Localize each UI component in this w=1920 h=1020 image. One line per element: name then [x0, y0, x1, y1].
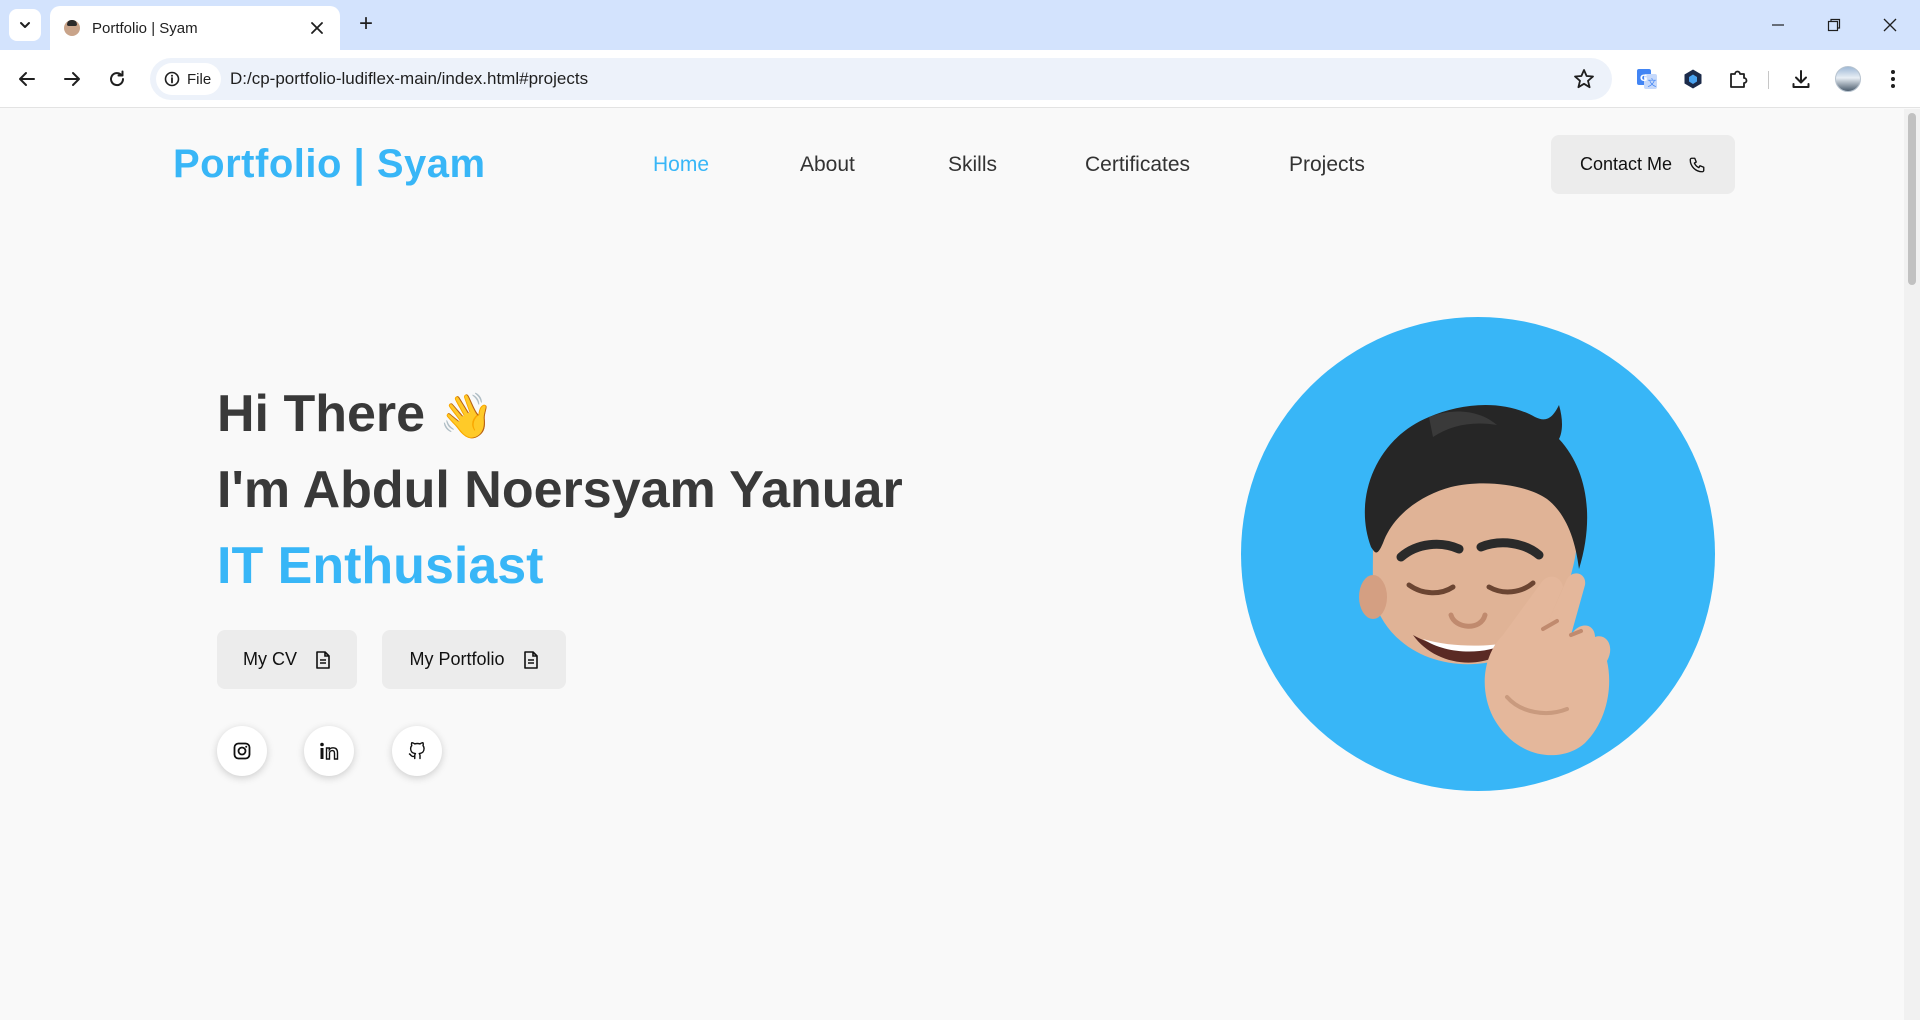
document-icon — [316, 650, 330, 669]
profile-avatar-circle — [1241, 317, 1715, 791]
svg-text:文: 文 — [1648, 77, 1657, 89]
forward-button[interactable] — [55, 62, 89, 96]
scrollbar-thumb[interactable] — [1908, 113, 1916, 285]
bookmark-star-icon[interactable] — [1572, 67, 1596, 91]
reload-icon — [110, 70, 125, 87]
nav-home[interactable]: Home — [653, 153, 709, 177]
toolbar-separator — [1768, 71, 1769, 89]
more-menu-icon[interactable] — [1880, 66, 1906, 92]
tab-search-button[interactable] — [9, 9, 41, 41]
my-portfolio-button[interactable]: My Portfolio — [382, 630, 566, 689]
address-chip-label: File — [187, 70, 212, 88]
minimize-button[interactable] — [1750, 0, 1806, 50]
linkedin-link[interactable] — [304, 726, 354, 776]
nav-skills[interactable]: Skills — [948, 153, 997, 177]
restore-button[interactable] — [1806, 0, 1862, 50]
cube-extension-icon[interactable] — [1680, 66, 1706, 92]
svg-text:G: G — [1640, 74, 1647, 84]
extensions-puzzle-icon[interactable] — [1725, 66, 1751, 92]
browser-toolbar: File D:/cp-portfolio-ludiflex-main/index… — [0, 50, 1920, 108]
reload-button[interactable] — [100, 62, 134, 96]
my-portfolio-label: My Portfolio — [409, 649, 505, 669]
page-viewport: Portfolio | Syam Home About Skills Certi… — [0, 109, 1904, 1020]
site-info-chip[interactable]: File — [156, 63, 222, 95]
minimize-icon — [1772, 24, 1784, 26]
github-icon — [408, 742, 425, 760]
google-translate-extension-icon[interactable]: G文 — [1634, 66, 1660, 92]
memoji-avatar — [1359, 404, 1611, 756]
restore-icon — [1827, 18, 1841, 32]
github-link[interactable] — [392, 726, 442, 776]
my-cv-button[interactable]: My CV — [217, 630, 357, 689]
document-icon — [523, 650, 538, 669]
hero-role: IT Enthusiast — [217, 537, 544, 595]
arrow-left-icon — [19, 72, 35, 86]
back-button[interactable] — [10, 62, 44, 96]
tab-favicon-icon — [64, 20, 80, 36]
arrow-right-icon — [64, 72, 80, 86]
address-bar[interactable]: File D:/cp-portfolio-ludiflex-main/index… — [150, 58, 1612, 100]
instagram-link[interactable] — [217, 726, 267, 776]
phone-icon — [1689, 157, 1705, 172]
contact-me-button[interactable]: Contact Me — [1551, 135, 1735, 194]
hero-greeting-text: Hi There — [217, 385, 426, 443]
nav-certificates[interactable]: Certificates — [1085, 153, 1190, 177]
page-scrollbar[interactable] — [1904, 109, 1920, 1020]
chevron-down-icon — [20, 22, 30, 28]
contact-me-label: Contact Me — [1579, 154, 1673, 174]
plus-icon: + — [358, 10, 373, 37]
browser-tab-active[interactable]: Portfolio | Syam — [50, 6, 340, 50]
nav-projects[interactable]: Projects — [1289, 153, 1365, 177]
download-icon[interactable] — [1788, 66, 1814, 92]
profile-avatar[interactable] — [1835, 66, 1861, 92]
close-window-button[interactable] — [1862, 0, 1918, 50]
browser-tab-bar: Portfolio | Syam + — [0, 0, 1920, 50]
tab-close-button[interactable] — [306, 17, 328, 39]
info-icon — [164, 71, 180, 87]
tab-title: Portfolio | Syam — [92, 19, 198, 37]
site-logo[interactable]: Portfolio | Syam — [173, 142, 486, 187]
my-cv-label: My CV — [243, 649, 297, 669]
url-text[interactable]: D:/cp-portfolio-ludiflex-main/index.html… — [230, 58, 588, 100]
linkedin-icon — [320, 742, 339, 760]
waving-hand-icon: 👋 — [439, 392, 494, 441]
nav-about[interactable]: About — [800, 153, 855, 177]
hero-name: I'm Abdul Noersyam Yanuar — [217, 461, 903, 519]
new-tab-button[interactable]: + — [352, 10, 380, 38]
hero-greeting: Hi There 👋 — [217, 384, 494, 444]
instagram-icon — [233, 742, 251, 760]
close-icon — [1883, 18, 1897, 32]
close-icon — [311, 22, 323, 34]
